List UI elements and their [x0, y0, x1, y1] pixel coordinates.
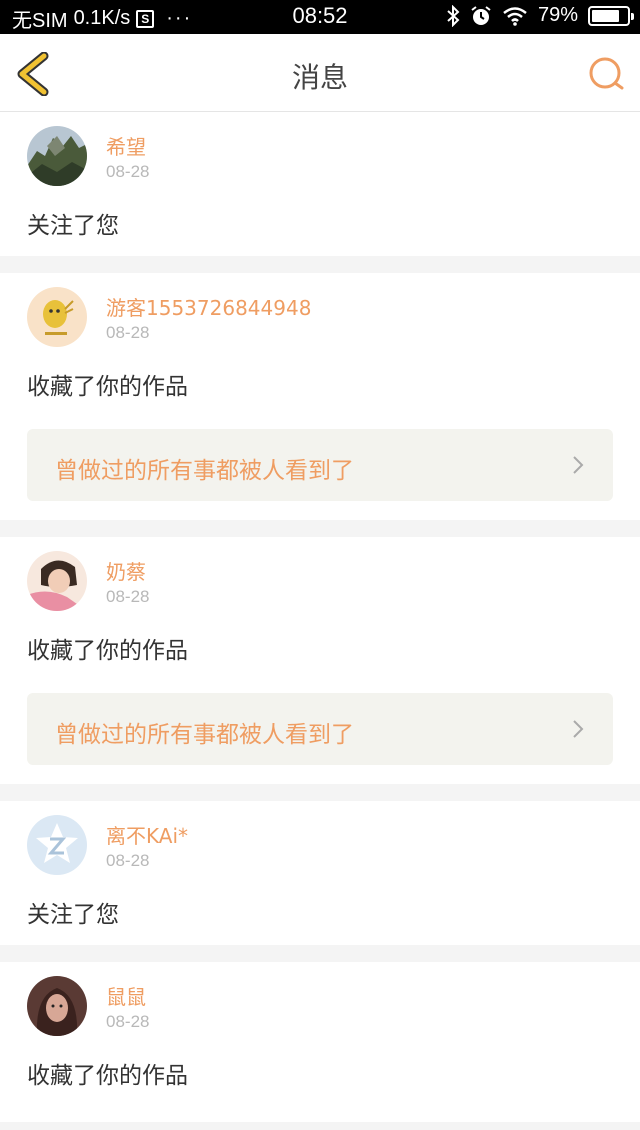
message-date: 08-28	[106, 323, 150, 342]
avatar[interactable]	[27, 126, 87, 186]
battery-icon	[588, 5, 634, 26]
wifi-icon	[503, 6, 527, 26]
action-text: 关注了您	[27, 213, 119, 239]
search-button[interactable]	[586, 54, 626, 94]
chevron-right-icon	[573, 720, 584, 738]
alarm-icon	[471, 5, 491, 25]
avatar[interactable]	[27, 287, 87, 347]
battery-level-fill	[592, 9, 619, 22]
divider	[0, 256, 640, 273]
nav-bar: 消息	[0, 34, 640, 112]
bluetooth-icon	[447, 4, 460, 27]
avatar[interactable]	[27, 815, 87, 875]
action-text: 收藏了你的作品	[27, 638, 188, 664]
search-icon	[589, 57, 624, 90]
message-card: 奶蔡 08-28 收藏了你的作品 曾做过的所有事都被人看到了	[0, 537, 640, 784]
avatar[interactable]	[27, 551, 87, 611]
chevron-right-icon	[573, 456, 584, 474]
message-feed: 希望 08-28 关注了您 游客1553726844948 08-28 收藏了你…	[0, 112, 640, 1122]
battery-percent: 79%	[537, 4, 578, 26]
user-name[interactable]: 离不KAi*	[106, 820, 188, 849]
user-name[interactable]: 希望	[106, 131, 146, 160]
divider	[0, 945, 640, 962]
status-bar: 无SIM 0.1K/s S ··· 08:52 79%	[0, 0, 640, 34]
message-date: 08-28	[106, 162, 150, 181]
divider	[0, 520, 640, 537]
message-card: 游客1553726844948 08-28 收藏了你的作品 曾做过的所有事都被人…	[0, 273, 640, 520]
message-date: 08-28	[106, 1012, 150, 1031]
message-date: 08-28	[106, 851, 150, 870]
message-card: 离不KAi* 08-28 关注了您	[0, 801, 640, 945]
user-name[interactable]: 鼠鼠	[106, 981, 146, 1010]
message-card: 鼠鼠 08-28 收藏了你的作品	[0, 962, 640, 1122]
divider	[0, 784, 640, 801]
user-name[interactable]: 游客1553726844948	[106, 292, 311, 321]
action-text: 收藏了你的作品	[27, 374, 188, 400]
work-title: 曾做过的所有事都被人看到了	[55, 722, 354, 748]
action-text: 收藏了你的作品	[27, 1063, 188, 1089]
message-date: 08-28	[106, 587, 150, 606]
work-title: 曾做过的所有事都被人看到了	[55, 458, 354, 484]
message-card: 希望 08-28 关注了您	[0, 112, 640, 256]
action-text: 关注了您	[27, 902, 119, 928]
work-link[interactable]: 曾做过的所有事都被人看到了	[27, 429, 613, 501]
user-name[interactable]: 奶蔡	[106, 556, 146, 585]
avatar[interactable]	[27, 976, 87, 1036]
page-title: 消息	[291, 61, 348, 94]
work-link[interactable]: 曾做过的所有事都被人看到了	[27, 693, 613, 765]
